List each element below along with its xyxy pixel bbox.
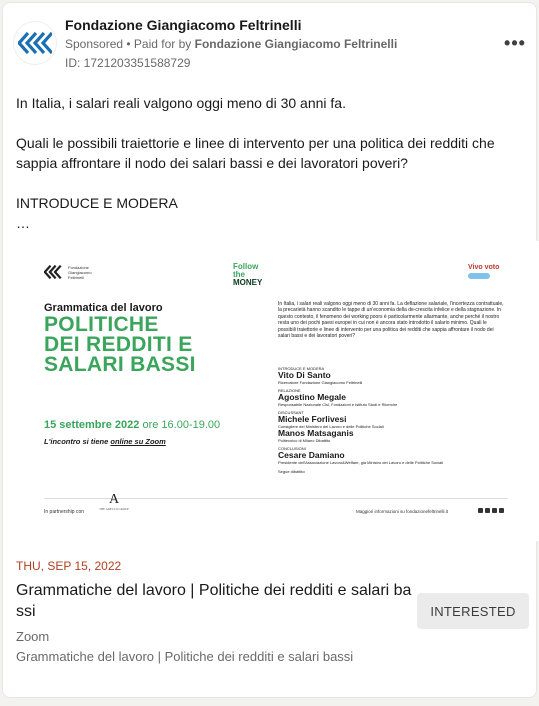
banner-title-line: POLITICHE <box>44 313 159 336</box>
sponsored-line: Sponsored • Paid for by Fondazione Giang… <box>65 37 397 51</box>
twitter-icon <box>492 508 497 513</box>
speaker-block: Manos Matsaganis Politecnico di Milano D… <box>278 428 508 444</box>
vivo-voto-text: Vivo voto <box>468 264 500 271</box>
speaker-name: Cesare Damiano <box>278 450 345 460</box>
banner-date-time: 15 settembre 2022 ore 16.00-19.00 <box>44 419 220 431</box>
speaker-role: Responsabile Nazionale Cisl, Fondazioni … <box>278 402 398 407</box>
speaker-block: RELAZIONE Agostino Megale Responsabile N… <box>278 388 508 407</box>
banner-zoom-link: online su Zoom <box>110 437 166 446</box>
event-title-link[interactable]: Grammatiche del lavoro | Politiche dei r… <box>16 580 416 622</box>
event-place: Zoom <box>16 629 50 644</box>
feltrinelli-banner-logo-icon <box>44 265 62 279</box>
banner-logo-text: Fondazione Giangiacomo Feltrinelli <box>68 265 92 280</box>
post-paragraph: INTRODUCE E MODERA <box>16 195 178 211</box>
ad-id: ID: 1721203351588729 <box>65 56 191 70</box>
banner-time: ore 16.00-19.00 <box>142 419 221 431</box>
follow-the-money-logo: Follow the MONEY <box>233 263 265 287</box>
facebook-icon <box>478 508 483 513</box>
banner-partnership-label: In partnership con <box>44 509 85 515</box>
speaker-block: CONCLUSIONI Cesare Damiano Presidente de… <box>278 446 508 465</box>
event-date: THU, SEP 15, 2022 <box>16 559 122 573</box>
speaker-name: Manos Matsaganis <box>278 428 354 438</box>
org-avatar[interactable] <box>13 21 57 65</box>
banner-title: POLITICHE DEI REDDITI E SALARI BASSI <box>44 313 196 376</box>
speaker-block: DISCUSSANT Michele Forlivesi Consigliere… <box>278 410 508 429</box>
event-description: Grammatiche del lavoro | Politiche dei r… <box>16 649 354 664</box>
adecco-mark-icon: A <box>108 492 120 507</box>
speaker-name: Agostino Megale <box>278 392 347 402</box>
adecco-name: THE ADECCO GROUP <box>99 507 129 511</box>
event-banner-image[interactable]: Fondazione Giangiacomo Feltrinelli Follo… <box>5 241 539 541</box>
more-horizontal-icon: ••• <box>504 32 526 53</box>
speaker-role: Politecnico di Milano Dibattito <box>278 438 331 443</box>
banner-title-line: SALARI BASSI <box>44 353 196 376</box>
banner-date: 15 settembre 2022 <box>44 419 140 431</box>
paid-by-name: Fondazione Giangiacomo Feltrinelli <box>194 37 398 51</box>
vivo-voto-logo: Vivo voto <box>468 264 502 284</box>
event-banner: Fondazione Giangiacomo Feltrinelli Follo… <box>38 253 514 523</box>
youtube-icon <box>499 508 504 513</box>
post-text: In Italia, i salari reali valgono oggi m… <box>16 93 521 233</box>
post-paragraph: Quali le possibili traiettorie e linee d… <box>16 135 495 171</box>
money-word: MONEY <box>233 278 263 287</box>
see-more-ellipsis[interactable]: … <box>16 213 521 233</box>
banner-title-line: DEI REDDITI E <box>44 333 193 356</box>
banner-zoom-line: L'incontro si tiene online su Zoom <box>44 437 166 446</box>
adecco-logo: A THE ADECCO GROUP <box>94 493 134 519</box>
segue-dibattito: Segue dibattito <box>278 469 305 474</box>
more-options-button[interactable]: ••• <box>499 31 531 55</box>
speaker-role: Presidente dell'Associazione Lavoro&Welf… <box>278 460 443 465</box>
banner-intro-paragraph: In Italia, i salari reali valgono oggi m… <box>278 301 504 340</box>
banner-footer-info: Maggiori informazioni su fondazionefeltr… <box>356 509 449 514</box>
speaker-name: Michele Forlivesi <box>278 414 347 424</box>
post-paragraph: In Italia, i salari reali valgono oggi m… <box>16 95 346 111</box>
paid-by-prefix: • Paid for by <box>123 37 195 51</box>
instagram-icon <box>485 508 490 513</box>
banner-zoom-pre: L'incontro si tiene <box>44 437 111 446</box>
sponsored-post-card: Fondazione Giangiacomo Feltrinelli Spons… <box>2 2 539 698</box>
post-header: Fondazione Giangiacomo Feltrinelli Spons… <box>13 15 533 71</box>
speaker-role: Ricercatore Fondazione Giangiacomo Feltr… <box>278 380 363 385</box>
interested-button[interactable]: INTERESTED <box>417 593 529 629</box>
banner-speakers: INTRODUCE E MODERA Vito Di Santo Ricerca… <box>278 366 508 474</box>
social-icons <box>478 508 504 513</box>
org-name-link[interactable]: Fondazione Giangiacomo Feltrinelli <box>65 17 301 33</box>
speaker-block: INTRODUCE E MODERA Vito Di Santo Ricerca… <box>278 366 508 385</box>
feltrinelli-logo-icon <box>18 32 52 54</box>
vivo-voto-bar <box>468 273 490 279</box>
speaker-name: Vito Di Santo <box>278 370 331 380</box>
sponsored-label: Sponsored <box>65 37 124 51</box>
